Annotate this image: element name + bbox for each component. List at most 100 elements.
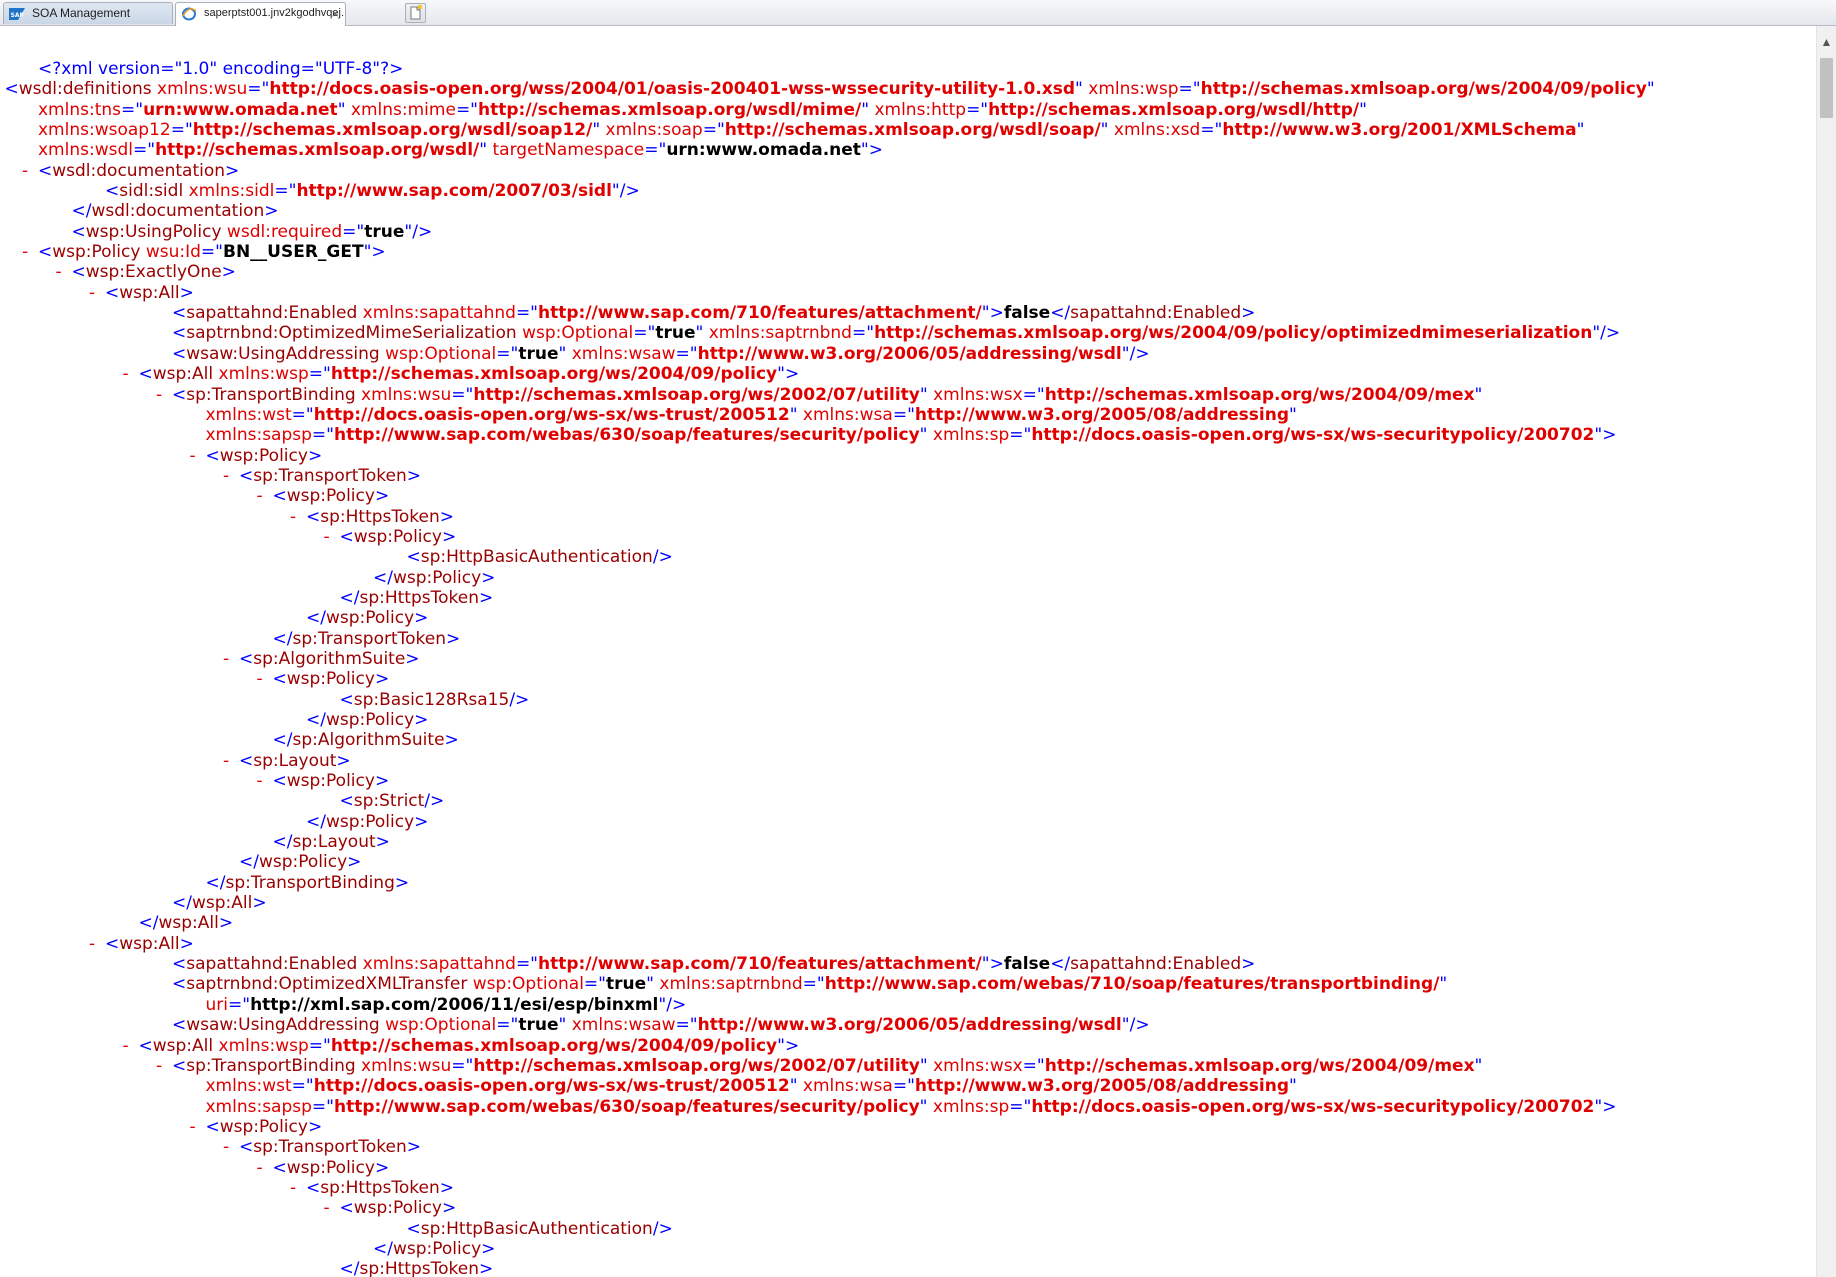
xml-markup: < (272, 486, 287, 507)
vertical-scrollbar[interactable]: ▲ (1816, 26, 1836, 1277)
xml-attribute-name: targetNamespace (487, 140, 645, 161)
scrollbar-thumb[interactable] (1820, 58, 1833, 118)
xml-attribute-name: xmlns:sp (927, 425, 1010, 446)
tab-close-icon[interactable]: × (331, 3, 339, 24)
xml-attribute-name: wsp:Optional (516, 323, 634, 344)
collapse-toggle[interactable]: - (257, 669, 263, 689)
xml-line: - <sp:HttpsToken> (0, 507, 1655, 527)
xml-attribute-value: urn:www.omada.net (143, 99, 338, 120)
xml-value-text: false (1003, 303, 1051, 324)
xml-markup: =" (121, 99, 144, 120)
xml-markup: "> (363, 242, 386, 263)
xml-markup: > (446, 628, 461, 649)
collapse-toggle[interactable]: - (22, 161, 28, 181)
collapse-toggle[interactable]: - (190, 446, 196, 466)
xml-markup: > (1241, 303, 1256, 324)
collapse-toggle[interactable]: - (190, 1117, 196, 1137)
collapse-toggle[interactable]: - (89, 934, 95, 954)
xml-value-text: BN__USER_GET (223, 242, 364, 263)
xml-markup: < (105, 282, 120, 303)
collapse-toggle[interactable]: - (223, 1137, 229, 1157)
xml-markup: </ (1050, 303, 1071, 324)
xml-markup: < (306, 1177, 321, 1198)
xml-line: <sp:Strict/> (0, 791, 1655, 811)
collapse-toggle[interactable]: - (89, 283, 95, 303)
xml-markup: </ (205, 872, 226, 893)
xml-markup: > (444, 730, 459, 751)
xml-attribute-name: uri (205, 994, 229, 1015)
xml-line: - <wsp:Policy> (0, 446, 1655, 466)
xml-markup: > (264, 201, 279, 222)
xml-tag-name: sp:Layout (253, 750, 337, 771)
xml-markup: < (105, 933, 120, 954)
xml-markup: > (225, 160, 240, 181)
xml-line: - <sp:TransportToken> (0, 1137, 1655, 1157)
collapse-toggle[interactable]: - (324, 527, 330, 547)
xml-line: <wsaw:UsingAddressing wsp:Optional="true… (0, 1015, 1655, 1035)
xml-attribute-value: http://docs.oasis-open.org/wss/2004/01/o… (269, 79, 1076, 100)
xml-markup: < (172, 303, 187, 324)
tab-wsdl-document[interactable]: saperptst001.jnv2kgodhvqej... × (175, 2, 346, 26)
xml-markup: < (239, 1137, 254, 1158)
xml-markup: =" (274, 181, 297, 202)
xml-value-text: true (364, 221, 405, 242)
xml-line: </wsp:Policy> (0, 812, 1655, 832)
xml-tag-name: wsp:Policy (353, 526, 442, 547)
xml-markup: < (339, 791, 354, 812)
collapse-toggle[interactable]: - (290, 1178, 296, 1198)
xml-attribute-value: http://docs.oasis-open.org/ws-sx/ws-trus… (313, 404, 790, 425)
collapse-toggle[interactable]: - (223, 649, 229, 669)
xml-attribute-value: http://www.sap.com/webas/630/soap/featur… (334, 425, 920, 446)
collapse-toggle[interactable]: - (156, 385, 162, 405)
xml-markup: =" (675, 343, 698, 364)
collapse-toggle[interactable]: - (324, 1198, 330, 1218)
collapse-toggle[interactable]: - (257, 486, 263, 506)
xml-markup: < (172, 1015, 187, 1036)
xml-markup: > (1241, 954, 1256, 975)
xml-attribute-name: xmlns:wsdl (38, 140, 133, 161)
new-tab-button[interactable] (405, 3, 426, 23)
tab-soa-management[interactable]: SAP SOA Management (3, 2, 173, 24)
xml-line: xmlns:sapsp="http://www.sap.com/webas/63… (0, 425, 1655, 445)
xml-markup: < (172, 384, 187, 405)
xml-markup: " (1075, 79, 1083, 100)
scroll-up-arrow-icon[interactable]: ▲ (1817, 34, 1836, 50)
xml-markup: > (374, 771, 390, 792)
xml-markup: =" (170, 120, 193, 141)
xml-attribute-value: http://schemas.xmlsoap.org/ws/2004/09/po… (874, 323, 1593, 344)
xml-line: </sp:Layout> (0, 832, 1655, 852)
xml-line: <saptrnbnd:OptimizedMimeSerialization ws… (0, 323, 1655, 343)
collapse-toggle[interactable]: - (223, 751, 229, 771)
collapse-toggle[interactable]: - (257, 1158, 263, 1178)
xml-attribute-value: http://schemas.xmlsoap.org/wsdl/http/ (988, 99, 1360, 120)
xml-markup: =" (247, 79, 270, 100)
xml-line: - <wsp:All> (0, 934, 1655, 954)
xml-markup: =" (1022, 384, 1045, 405)
xml-markup: " (789, 404, 798, 425)
collapse-toggle[interactable]: - (22, 242, 28, 262)
xml-value-text: true (518, 1015, 559, 1036)
xml-markup: =" (308, 1035, 331, 1056)
xml-line: - <wsp:Policy> (0, 486, 1655, 506)
xml-line: </sp:TransportBinding> (0, 873, 1655, 893)
xml-tag-name: sp:AlgorithmSuite (292, 730, 445, 751)
xml-markup: "> (981, 954, 1004, 975)
xml-attribute-name: xmlns:wsoap12 (38, 120, 171, 141)
xml-markup: < (239, 750, 254, 771)
xml-attribute-value: http://www.sap.com/2007/03/sidl (296, 181, 612, 202)
xml-markup: < (172, 954, 187, 975)
xml-markup: " (1439, 974, 1448, 995)
collapse-toggle[interactable]: - (123, 364, 129, 384)
xml-tag-name: sapattahnd:Enabled (1070, 303, 1242, 324)
collapse-toggle[interactable]: - (290, 507, 296, 527)
collapse-toggle[interactable]: - (56, 262, 62, 282)
collapse-toggle[interactable]: - (123, 1036, 129, 1056)
xml-line: - <wsp:All xmlns:wsp="http://schemas.xmls… (0, 1036, 1655, 1056)
xml-markup: > (252, 893, 267, 914)
xml-attribute-name: xmlns:wsa (797, 1076, 893, 1097)
collapse-toggle[interactable]: - (156, 1056, 162, 1076)
collapse-toggle[interactable]: - (223, 466, 229, 486)
collapse-toggle[interactable]: - (257, 771, 263, 791)
xml-markup: < (339, 689, 354, 710)
xml-line: </sp:HttpsToken> (0, 588, 1655, 608)
